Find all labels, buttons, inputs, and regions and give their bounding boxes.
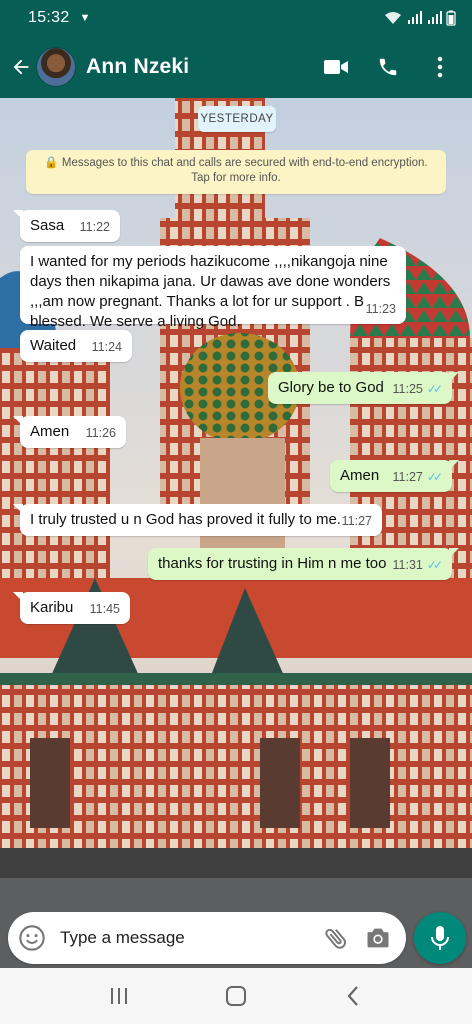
signal-icon (408, 11, 422, 24)
message-text: Amen (340, 467, 380, 484)
message-outgoing[interactable]: Amen 11:27 ✓✓ (330, 460, 459, 492)
message-text: Karibu (30, 599, 74, 616)
message-time: 11:24 (91, 340, 122, 354)
header-actions (320, 51, 456, 83)
message-time: 11:27 ✓✓ (393, 467, 444, 487)
camera-icon[interactable] (364, 924, 392, 952)
contact-name[interactable]: Ann Nzeki (86, 55, 189, 79)
message-text: Waited (30, 337, 77, 354)
message-time: 11:22 (79, 220, 110, 234)
read-receipt-icon: ✓✓ (426, 558, 443, 572)
signal-icon-2 (428, 11, 442, 24)
emoji-icon[interactable] (18, 924, 46, 952)
message-text: thanks for trusting in Him n me too (158, 555, 387, 572)
message-text: Glory be to God (278, 379, 384, 396)
phone-icon[interactable] (372, 51, 404, 83)
message-time: 11:31 ✓✓ (393, 555, 444, 575)
message-text: I wanted for my periods hazikucome ,,,,n… (30, 253, 391, 330)
read-receipt-icon: ✓✓ (426, 470, 443, 484)
home-icon[interactable] (216, 976, 256, 1016)
download-indicator-icon: ▼ (79, 12, 91, 24)
mic-button[interactable] (414, 912, 466, 964)
message-incoming[interactable]: Karibu 11:45 (13, 592, 130, 624)
attach-icon[interactable] (322, 924, 350, 952)
system-nav-bar (0, 968, 472, 1024)
message-time: 11:23 (365, 302, 396, 316)
message-text: Sasa (30, 217, 65, 234)
status-icons (384, 10, 456, 26)
more-options-icon[interactable] (424, 51, 456, 83)
chat-area[interactable]: YESTERDAY 🔒 Messages to this chat and ca… (0, 98, 472, 968)
wifi-icon (385, 12, 401, 24)
message-time: 11:27 (341, 514, 372, 528)
lock-icon: 🔒 (44, 157, 62, 169)
status-bar: 15:32 ▼ (0, 0, 472, 36)
message-input-bar (0, 908, 472, 968)
message-time: 11:45 (89, 602, 120, 616)
message-time: 11:25 ✓✓ (393, 379, 444, 399)
avatar[interactable] (36, 47, 76, 87)
message-incoming[interactable]: Amen 11:26 (13, 416, 126, 448)
back-icon[interactable] (333, 976, 373, 1016)
message-compose-box[interactable] (8, 912, 406, 964)
message-incoming[interactable]: Sasa 11:22 (13, 210, 120, 242)
message-text: I truly trusted u n God has proved it fu… (30, 511, 341, 528)
message-incoming[interactable]: Waited 11:24 (20, 330, 132, 362)
message-incoming[interactable]: I truly trusted u n God has proved it fu… (13, 504, 382, 536)
message-text: Amen (30, 423, 70, 440)
video-call-icon[interactable] (320, 51, 352, 83)
date-chip: YESTERDAY (198, 106, 276, 132)
message-incoming[interactable]: I wanted for my periods hazikucome ,,,,n… (20, 246, 406, 330)
battery-icon (446, 10, 456, 26)
message-time: 11:26 (85, 426, 116, 440)
back-arrow-icon[interactable] (6, 52, 36, 82)
message-outgoing[interactable]: Glory be to God 11:25 ✓✓ (268, 372, 459, 404)
encryption-notice-text: Messages to this chat and calls are secu… (61, 157, 428, 184)
mic-icon (431, 926, 449, 950)
status-time: 15:32 (28, 9, 70, 26)
encryption-notice[interactable]: 🔒 Messages to this chat and calls are se… (26, 150, 446, 194)
recents-icon[interactable] (99, 976, 139, 1016)
message-outgoing[interactable]: thanks for trusting in Him n me too 11:3… (148, 548, 459, 580)
chat-header: Ann Nzeki (0, 36, 472, 98)
message-input[interactable] (60, 928, 290, 948)
read-receipt-icon: ✓✓ (426, 382, 443, 396)
